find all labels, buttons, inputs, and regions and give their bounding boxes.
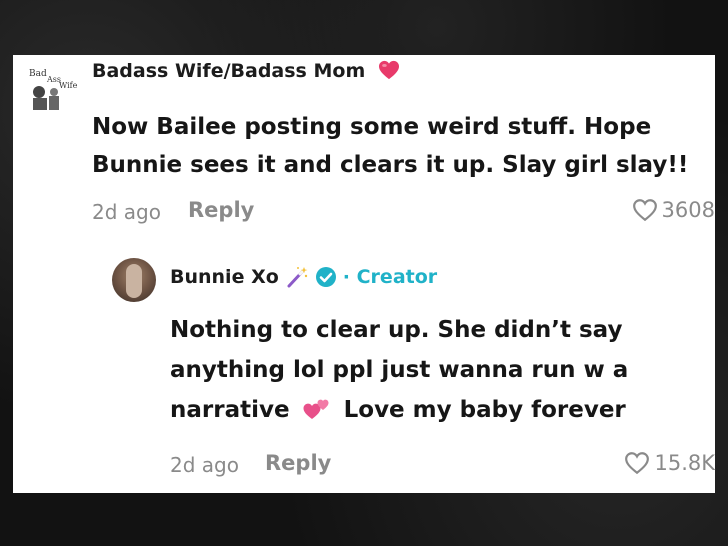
comment-timestamp: 2d ago bbox=[92, 200, 161, 224]
like-count: 3608 bbox=[661, 198, 715, 222]
reply-like-button[interactable]: 15.8K bbox=[624, 451, 715, 475]
magic-wand-emoji-icon bbox=[287, 267, 308, 288]
reply-timestamp: 2d ago bbox=[170, 453, 239, 477]
reply-text: Nothing to clear up. She didn’t say anyt… bbox=[170, 310, 670, 430]
comment-author-name: Badass Wife/Badass Mom bbox=[92, 60, 366, 82]
heart-emoji-icon bbox=[378, 60, 399, 80]
reply-button[interactable]: Reply bbox=[188, 198, 254, 222]
like-heart-icon bbox=[632, 199, 657, 222]
reply-author[interactable]: Bunnie Xo · Creator bbox=[170, 265, 437, 289]
reply-reply-button[interactable]: Reply bbox=[265, 451, 331, 475]
avatar[interactable]: Bad Ass Wife bbox=[25, 62, 79, 116]
avatar-logo-icon: Bad Ass Wife bbox=[25, 62, 79, 116]
creator-label: · Creator bbox=[342, 266, 438, 288]
reply-author-name: Bunnie Xo bbox=[170, 266, 279, 288]
reply-avatar[interactable] bbox=[112, 258, 156, 302]
comment-author[interactable]: Badass Wife/Badass Mom bbox=[92, 60, 400, 82]
verified-badge-icon bbox=[315, 267, 336, 287]
reply-text-end: Love my baby forever bbox=[343, 397, 626, 423]
svg-text:Wife: Wife bbox=[59, 81, 78, 90]
avatar-photo bbox=[126, 264, 142, 298]
svg-text:Bad: Bad bbox=[29, 69, 47, 79]
like-button[interactable]: 3608 bbox=[632, 198, 715, 222]
like-heart-icon bbox=[625, 452, 650, 475]
reply-like-count: 15.8K bbox=[654, 451, 715, 475]
comment-text: Now Bailee posting some weird stuff. Hop… bbox=[92, 114, 689, 178]
two-hearts-emoji-icon bbox=[303, 399, 329, 419]
